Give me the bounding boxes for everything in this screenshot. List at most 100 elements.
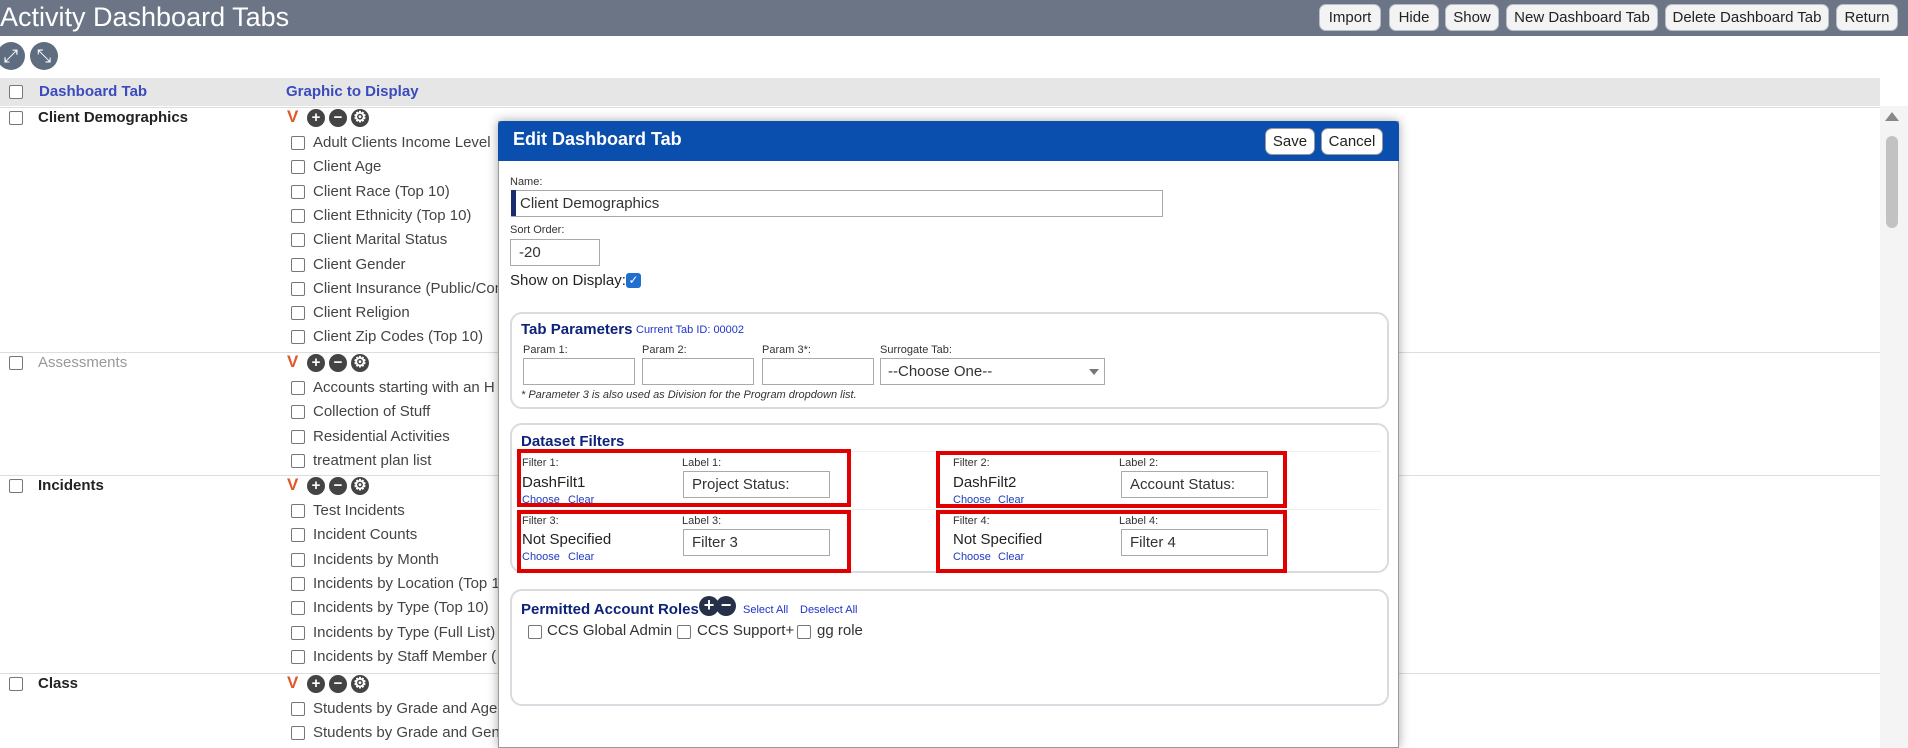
col-dashboard-tab[interactable]: Dashboard Tab: [39, 83, 147, 100]
collapse-icon[interactable]: ⤡: [30, 42, 58, 70]
graphic-checkbox[interactable]: [291, 160, 305, 175]
scroll-up-icon[interactable]: [1885, 112, 1899, 121]
role-checkbox[interactable]: [797, 625, 811, 639]
remove-graphic-icon[interactable]: −: [329, 109, 347, 127]
settings-icon[interactable]: ⚙: [351, 109, 369, 127]
role-label: CCS Global Admin: [547, 622, 673, 639]
filter3-choose-link[interactable]: Choose: [522, 551, 560, 563]
select-all-checkbox[interactable]: [9, 85, 23, 99]
save-button[interactable]: Save: [1265, 128, 1315, 155]
graphic-checkbox[interactable]: [291, 601, 305, 616]
settings-icon[interactable]: ⚙: [351, 354, 369, 372]
remove-graphic-icon[interactable]: −: [329, 354, 347, 372]
add-graphic-icon[interactable]: +: [307, 354, 325, 372]
collapse-chevron-icon[interactable]: V: [287, 475, 298, 495]
param2-input[interactable]: [642, 358, 754, 385]
graphic-checkbox[interactable]: [291, 552, 305, 567]
filter1-choose-link[interactable]: Choose: [522, 494, 560, 506]
collapse-chevron-icon[interactable]: V: [287, 107, 298, 127]
name-input[interactable]: Client Demographics: [511, 190, 1163, 217]
deselect-all-link[interactable]: Deselect All: [800, 604, 857, 616]
filter2-clear-link[interactable]: Clear: [998, 494, 1024, 506]
graphic-item-label: Client Zip Codes (Top 10): [313, 328, 484, 346]
new-dashboard-tab-button[interactable]: New Dashboard Tab: [1506, 4, 1658, 31]
graphic-item-label: Client Gender: [313, 255, 406, 273]
select-all-link[interactable]: Select All: [743, 604, 788, 616]
hide-button[interactable]: Hide: [1389, 4, 1439, 31]
param1-input[interactable]: [523, 358, 635, 385]
add-graphic-icon[interactable]: +: [307, 477, 325, 495]
remove-graphic-icon[interactable]: −: [329, 675, 347, 693]
remove-role-icon[interactable]: −: [716, 596, 736, 616]
graphic-checkbox[interactable]: [291, 405, 305, 420]
settings-icon[interactable]: ⚙: [351, 477, 369, 495]
group-name[interactable]: Client Demographics: [38, 109, 188, 126]
graphic-item-label: Incidents by Month: [313, 550, 439, 568]
graphic-checkbox[interactable]: [291, 702, 305, 716]
graphic-checkbox[interactable]: [291, 576, 305, 591]
group-checkbox[interactable]: [9, 479, 23, 493]
graphic-checkbox[interactable]: [291, 453, 305, 468]
show-button[interactable]: Show: [1445, 4, 1499, 31]
graphic-checkbox[interactable]: [291, 625, 305, 640]
collapse-chevron-icon[interactable]: V: [287, 352, 298, 372]
filter2-choose-link[interactable]: Choose: [953, 494, 991, 506]
label2-label: Label 2:: [1119, 457, 1159, 469]
filter4-choose-link[interactable]: Choose: [953, 551, 991, 563]
label4-input[interactable]: Filter 4: [1121, 529, 1268, 556]
role-checkbox[interactable]: [677, 625, 691, 639]
graphic-checkbox[interactable]: [291, 233, 305, 248]
group-name[interactable]: Class: [38, 675, 78, 692]
graphic-checkbox[interactable]: [291, 330, 305, 345]
return-button[interactable]: Return: [1836, 4, 1898, 31]
label3-input[interactable]: Filter 3: [683, 529, 830, 556]
import-button[interactable]: Import: [1319, 4, 1381, 31]
cancel-button[interactable]: Cancel: [1321, 128, 1383, 155]
parameter-note: * Parameter 3 is also used as Division f…: [521, 389, 857, 401]
settings-icon[interactable]: ⚙: [351, 675, 369, 693]
param3-input[interactable]: [762, 358, 874, 385]
filter3-clear-link[interactable]: Clear: [568, 551, 594, 563]
collapse-chevron-icon[interactable]: V: [287, 673, 298, 693]
param2-label: Param 2:: [642, 344, 687, 356]
group-name[interactable]: Assessments: [38, 354, 127, 371]
graphic-checkbox[interactable]: [291, 208, 305, 223]
add-graphic-icon[interactable]: +: [307, 675, 325, 693]
graphic-checkbox[interactable]: [291, 649, 305, 664]
role-label: CCS Support+: [697, 622, 795, 639]
graphic-checkbox[interactable]: [291, 381, 305, 395]
delete-dashboard-tab-button[interactable]: Delete Dashboard Tab: [1665, 4, 1829, 31]
graphic-item-label: Incident Counts: [313, 526, 418, 544]
graphic-checkbox[interactable]: [291, 136, 305, 150]
label2-input[interactable]: Account Status:: [1121, 471, 1268, 498]
graphic-checkbox[interactable]: [291, 528, 305, 543]
graphic-checkbox[interactable]: [291, 306, 305, 321]
role-checkbox[interactable]: [528, 625, 542, 639]
group-checkbox[interactable]: [9, 111, 23, 125]
scroll-thumb[interactable]: [1886, 136, 1898, 228]
graphic-checkbox[interactable]: [291, 257, 305, 272]
graphic-checkbox[interactable]: [291, 184, 305, 199]
label1-input[interactable]: Project Status:: [683, 471, 830, 498]
graphic-item-label: Incidents by Location (Top 1: [313, 574, 500, 592]
surrogate-tab-select[interactable]: --Choose One--: [880, 358, 1105, 385]
show-on-display-checkbox[interactable]: ✓: [626, 273, 641, 288]
sort-order-input[interactable]: -20: [510, 239, 600, 266]
graphic-checkbox[interactable]: [291, 504, 305, 518]
group-name[interactable]: Incidents: [38, 477, 104, 494]
graphic-checkbox[interactable]: [291, 726, 305, 741]
filter2-label: Filter 2:: [953, 457, 990, 469]
filter4-clear-link[interactable]: Clear: [998, 551, 1024, 563]
graphic-item-label: Incidents by Type (Top 10): [313, 599, 489, 617]
graphic-checkbox[interactable]: [291, 281, 305, 296]
graphic-checkbox[interactable]: [291, 429, 305, 444]
group-checkbox[interactable]: [9, 677, 23, 691]
remove-graphic-icon[interactable]: −: [329, 477, 347, 495]
group-checkbox[interactable]: [9, 356, 23, 370]
filter1-clear-link[interactable]: Clear: [568, 494, 594, 506]
filter3-value: Not Specified: [522, 531, 612, 548]
add-graphic-icon[interactable]: +: [307, 109, 325, 127]
page: Activity Dashboard Tabs Import Hide Show…: [0, 0, 1908, 748]
filter2-value: DashFilt2: [953, 474, 1017, 491]
col-graphic-to-display[interactable]: Graphic to Display: [286, 83, 419, 100]
